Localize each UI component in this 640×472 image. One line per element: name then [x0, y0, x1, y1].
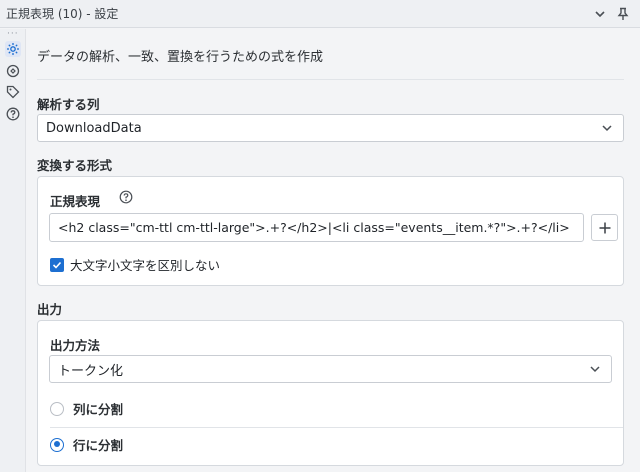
regex-input[interactable]: <h2 class="cm-ttl cm-ttl-large">.+?</h2>… — [49, 213, 584, 242]
window-title: 正規表現 (10) - 設定 — [6, 7, 119, 21]
output-method-label: 出力方法 — [50, 338, 101, 353]
tool-description: データの解析、一致、置換を行うための式を作成 — [37, 50, 324, 65]
chevron-down-icon — [590, 366, 600, 373]
convert-format-label: 変換する形式 — [37, 158, 113, 173]
regex-label: 正規表現 — [50, 194, 101, 209]
settings-panel: データの解析、一致、置換を行うための式を作成 解析する列 DownloadDat… — [27, 29, 640, 472]
parse-column-label: 解析する列 — [37, 97, 100, 112]
split-to-columns-radio[interactable] — [50, 401, 64, 416]
meta-info-icon[interactable] — [5, 63, 21, 79]
split-to-rows-option[interactable]: 行に分割 — [50, 435, 123, 454]
output-method-select[interactable]: トークン化 — [49, 355, 612, 383]
split-to-rows-label: 行に分割 — [73, 438, 124, 453]
tag-icon[interactable] — [5, 84, 21, 100]
collapse-chevron-icon[interactable] — [591, 5, 609, 23]
parse-column-select[interactable]: DownloadData — [37, 114, 624, 142]
split-to-columns-label: 列に分割 — [73, 402, 124, 417]
case-insensitive-label: 大文字小文字を区別しない — [70, 258, 221, 273]
case-insensitive-option[interactable]: 大文字小文字を区別しない — [50, 255, 220, 274]
split-to-rows-radio[interactable] — [50, 437, 64, 452]
window-titlebar: 正規表現 (10) - 設定 — [0, 0, 640, 28]
case-insensitive-checkbox[interactable] — [50, 257, 64, 272]
regex-help-icon[interactable] — [119, 190, 133, 204]
divider — [50, 427, 623, 428]
pin-icon[interactable] — [614, 5, 632, 23]
output-label: 出力 — [37, 302, 63, 317]
drag-handle-icon[interactable]: ··· — [7, 29, 19, 39]
chevron-down-icon — [602, 125, 612, 132]
output-card: 出力方法 トークン化 列に分割 行に分割 — [37, 320, 624, 466]
gear-icon[interactable] — [5, 41, 21, 57]
parse-column-value: DownloadData — [46, 120, 142, 136]
divider — [37, 79, 624, 80]
help-icon[interactable] — [5, 106, 21, 122]
split-to-columns-option[interactable]: 列に分割 — [50, 399, 123, 418]
output-method-value: トークン化 — [58, 363, 124, 379]
checkmark-icon — [52, 261, 62, 269]
regex-card: 正規表現 <h2 class="cm-ttl cm-ttl-large">.+?… — [37, 176, 624, 286]
insert-token-button[interactable] — [591, 214, 618, 241]
plus-icon — [599, 222, 610, 233]
tool-rail: ··· — [0, 29, 26, 472]
